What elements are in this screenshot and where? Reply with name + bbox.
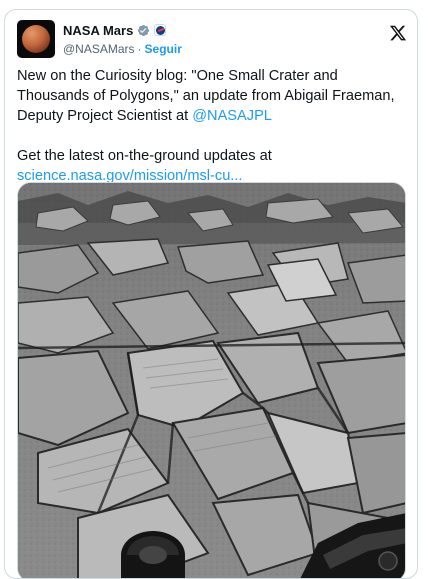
tweet-line-3: Deputy Project Scientist at @NASAJPL xyxy=(17,106,409,126)
follow-button[interactable]: Seguir xyxy=(145,42,182,56)
mars-terrain-photo xyxy=(18,183,405,578)
tweet-header: NASA Mars @NASAMars · Seguir xyxy=(17,20,409,60)
mars-planet-icon xyxy=(22,25,50,53)
handle-row: @NASAMars · Seguir xyxy=(63,41,182,57)
avatar[interactable] xyxy=(17,20,55,58)
nasa-logo-icon xyxy=(154,24,167,36)
tweet-line-2: Thousands of Polygons," an update from A… xyxy=(17,88,395,104)
tweet-media-image[interactable] xyxy=(17,182,406,578)
mention-link[interactable]: @NASAJPL xyxy=(192,108,272,124)
display-name[interactable]: NASA Mars xyxy=(63,23,133,38)
tweet-text: New on the Curiosity blog: "One Small Cr… xyxy=(17,66,409,186)
tweet-line-4: Get the latest on-the-ground updates at xyxy=(17,148,272,164)
tweet-line-1: New on the Curiosity blog: "One Small Cr… xyxy=(17,68,338,84)
separator-dot: · xyxy=(137,42,142,56)
name-row: NASA Mars xyxy=(63,21,167,39)
tweet-card[interactable]: NASA Mars @NASAMars · Seguir New on the … xyxy=(4,9,418,579)
tweet-line-3-text: Deputy Project Scientist at xyxy=(17,108,193,124)
x-logo-icon[interactable] xyxy=(389,24,407,42)
user-handle[interactable]: @NASAMars xyxy=(63,42,135,56)
verified-badge-icon xyxy=(138,24,150,36)
